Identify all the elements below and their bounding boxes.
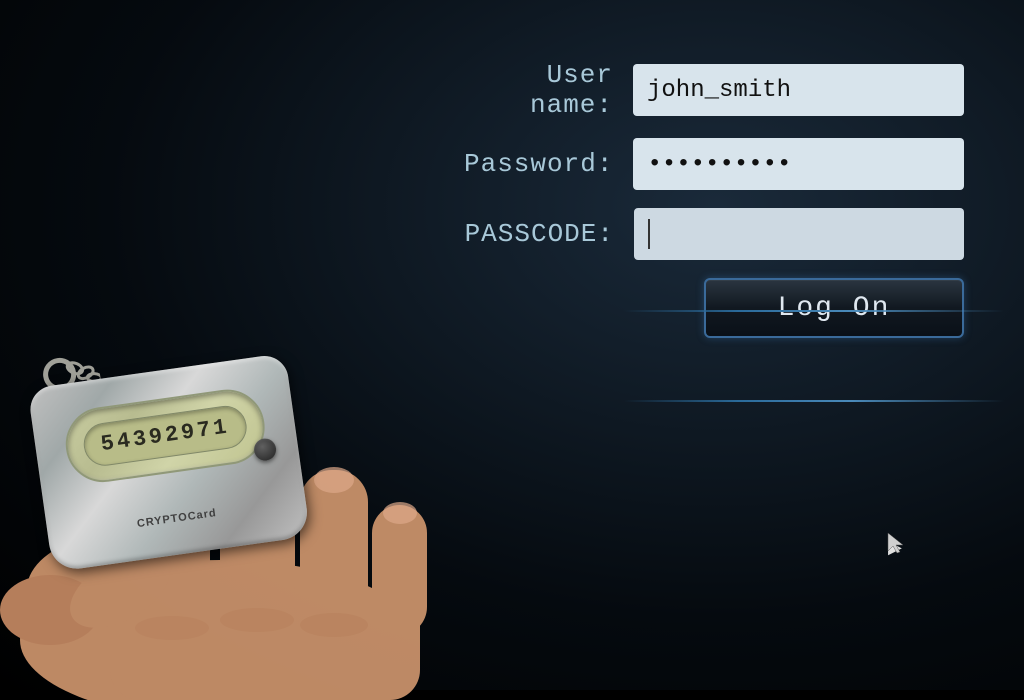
accent-line-bottom xyxy=(624,400,1004,402)
password-row: Password: xyxy=(464,138,964,190)
logon-button[interactable]: Log On xyxy=(704,278,964,338)
token-lcd-display: 54392971 xyxy=(81,403,249,468)
password-label: Password: xyxy=(464,149,633,179)
username-label: User name: xyxy=(464,60,633,120)
passcode-field[interactable] xyxy=(634,208,964,260)
text-cursor xyxy=(648,219,650,249)
token-body: 54392971 CRYPTOCard xyxy=(27,353,310,572)
token-brand-label: CRYPTOCard xyxy=(47,494,306,542)
hand-area: 54392971 CRYPTOCard xyxy=(0,220,580,700)
username-row: User name: xyxy=(464,60,964,120)
crypto-token: 54392971 CRYPTOCard xyxy=(27,353,312,587)
accent-line-top xyxy=(624,310,1004,312)
token-button[interactable] xyxy=(253,437,278,462)
username-input[interactable] xyxy=(633,64,964,116)
password-input[interactable] xyxy=(633,138,964,190)
mouse-pointer xyxy=(886,531,906,555)
token-display: 54392971 xyxy=(61,385,269,487)
